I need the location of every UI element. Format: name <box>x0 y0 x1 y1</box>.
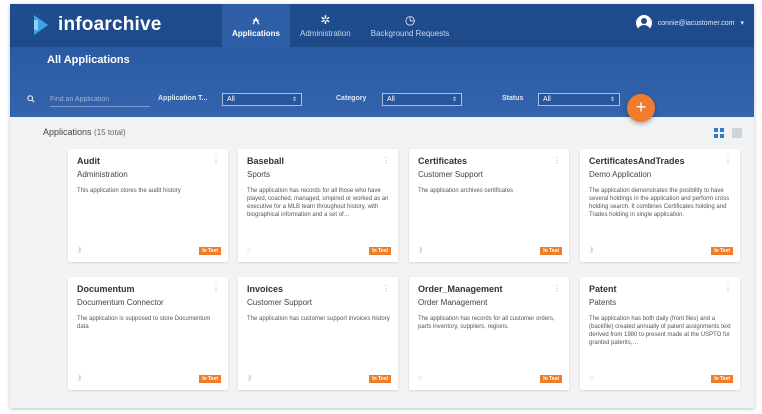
card-title: Documentum <box>77 284 135 294</box>
main-nav: ⍲ Applications ✲ Administration ◷ Backgr… <box>222 4 459 47</box>
app-card-invoices[interactable]: Invoices ⋮ Customer Support The applicat… <box>238 277 398 390</box>
status-select[interactable]: All ⇕ <box>538 93 620 106</box>
app-card-patent[interactable]: Patent ⋮ Patents The application has bot… <box>580 277 740 390</box>
more-options-icon[interactable]: ⋮ <box>382 156 390 165</box>
more-options-icon[interactable]: ⋮ <box>382 284 390 293</box>
card-title: Baseball <box>247 156 285 166</box>
status-badge: In Test <box>369 375 391 383</box>
card-description: The application has customer support inv… <box>247 316 390 322</box>
category-select[interactable]: All ⇕ <box>382 93 462 106</box>
chevron-updown-icon: ⇕ <box>451 97 457 103</box>
page-title: All Applications <box>47 54 130 66</box>
circle-icon: ○ <box>247 247 252 254</box>
applications-icon: ⍲ <box>252 12 260 27</box>
status-label: Status <box>502 95 524 102</box>
key-icon: ⚷ <box>589 247 595 254</box>
card-description: The application is supposed to store Doc… <box>77 316 211 330</box>
key-icon: ⚷ <box>77 247 83 254</box>
nav-applications[interactable]: ⍲ Applications <box>222 4 291 47</box>
card-title: Invoices <box>247 284 284 294</box>
status-badge: In Test <box>711 375 733 383</box>
more-options-icon[interactable]: ⋮ <box>553 284 561 293</box>
card-description: The application demonstrates the posibil… <box>589 188 730 218</box>
app-window: infoarchive ⍲ Applications ✲ Administrat… <box>10 4 754 408</box>
applications-count: (15 total) <box>94 128 126 137</box>
key-icon: ⚷ <box>77 375 83 382</box>
card-description: The application archives certificates <box>418 188 514 194</box>
card-description: This application stores the audit histor… <box>77 188 181 194</box>
status-badge: In Test <box>540 375 562 383</box>
application-type-select[interactable]: All ⇕ <box>222 93 302 106</box>
card-subtitle: Customer Support <box>418 170 483 179</box>
status-badge: In Test <box>199 247 221 255</box>
card-description: The application has records for all cust… <box>418 316 555 330</box>
chevron-down-icon: ▾ <box>740 20 744 27</box>
card-title: Audit <box>77 156 100 166</box>
more-options-icon[interactable]: ⋮ <box>212 156 220 165</box>
avatar <box>635 15 652 31</box>
status-badge: In Test <box>369 247 391 255</box>
application-type-label: Application T... <box>158 95 208 102</box>
more-options-icon[interactable]: ⋮ <box>724 156 732 165</box>
logo[interactable]: infoarchive <box>34 14 162 36</box>
app-card-audit[interactable]: Audit ⋮ Administration This application … <box>68 149 228 262</box>
card-subtitle: Customer Support <box>247 298 312 307</box>
card-subtitle: Documentum Connector <box>77 298 164 307</box>
card-subtitle: Sports <box>247 170 271 179</box>
key-icon: ⚷ <box>247 375 253 382</box>
category-value: All <box>387 96 395 103</box>
circle-icon: ○ <box>589 375 594 382</box>
more-options-icon[interactable]: ⋮ <box>212 284 220 293</box>
key-icon: ⚷ <box>418 247 424 254</box>
brand-name: infoarchive <box>58 14 162 35</box>
app-card-certificates[interactable]: Certificates ⋮ Customer Support The appl… <box>409 149 569 262</box>
nav-applications-label: Applications <box>232 28 281 38</box>
search-input[interactable] <box>50 93 150 107</box>
card-description: The application has records for all thos… <box>247 188 389 218</box>
add-application-button[interactable]: + <box>627 94 655 122</box>
chevron-updown-icon: ⇕ <box>291 97 297 103</box>
clock-icon: ◷ <box>404 12 416 27</box>
card-title: Certificates <box>418 156 468 166</box>
circle-icon: ○ <box>418 375 423 382</box>
top-navbar: infoarchive ⍲ Applications ✲ Administrat… <box>10 4 754 47</box>
chevron-updown-icon: ⇕ <box>609 97 615 103</box>
card-description: The application has both daily (front fi… <box>589 316 731 346</box>
grid-view-icon[interactable] <box>714 128 724 138</box>
nav-administration[interactable]: ✲ Administration <box>290 4 361 47</box>
more-options-icon[interactable]: ⋮ <box>724 284 732 293</box>
nav-background-requests[interactable]: ◷ Background Requests <box>361 4 460 47</box>
list-view-icon[interactable] <box>732 128 742 138</box>
app-card-documentum[interactable]: Documentum ⋮ Documentum Connector The ap… <box>68 277 228 390</box>
app-card-baseball[interactable]: Baseball ⋮ Sports The application has re… <box>238 149 398 262</box>
logo-icon <box>34 15 50 35</box>
user-email: connie@iacustomer.com <box>657 19 735 27</box>
card-title: Patent <box>589 284 617 294</box>
card-title: Order_Management <box>418 284 503 294</box>
nav-background-requests-label: Background Requests <box>370 28 450 38</box>
status-badge: In Test <box>540 247 562 255</box>
card-title: CertificatesAndTrades <box>589 156 685 166</box>
card-subtitle: Administration <box>77 170 128 179</box>
status-badge: In Test <box>711 247 733 255</box>
card-subtitle: Patents <box>589 298 617 307</box>
application-type-value: All <box>227 96 235 103</box>
app-card-certificatesandtrades[interactable]: CertificatesAndTrades ⋮ Demo Application… <box>580 149 740 262</box>
nav-administration-label: Administration <box>300 28 351 38</box>
applications-heading: Applications (15 total) <box>43 127 126 137</box>
card-subtitle: Order Management <box>418 298 488 307</box>
gear-icon: ✲ <box>320 12 331 27</box>
card-subtitle: Demo Application <box>589 170 652 179</box>
status-badge: In Test <box>199 375 221 383</box>
more-options-icon[interactable]: ⋮ <box>553 156 561 165</box>
applications-heading-label: Applications <box>43 127 92 137</box>
user-menu[interactable]: connie@iacustomer.com ▾ <box>635 15 744 31</box>
category-label: Category <box>336 95 367 102</box>
app-card-order-management[interactable]: Order_Management ⋮ Order Management The … <box>409 277 569 390</box>
search-icon <box>27 95 35 103</box>
status-value: All <box>543 96 551 103</box>
